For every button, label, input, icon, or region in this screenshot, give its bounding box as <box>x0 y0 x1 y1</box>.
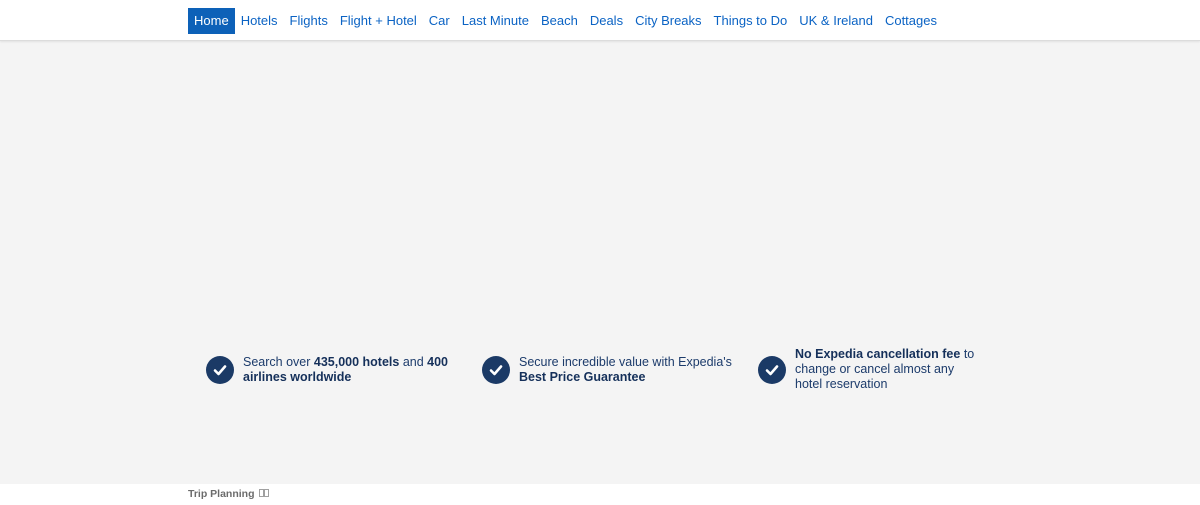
check-circle-icon <box>482 356 510 384</box>
feature-no-cancellation-fee: No Expedia cancellation fee to change or… <box>758 347 978 392</box>
nav-item-city-breaks[interactable]: City Breaks <box>629 8 707 34</box>
trip-planning-label: Trip Planning <box>188 488 255 500</box>
nav-item-car[interactable]: Car <box>423 8 456 34</box>
external-link-icon <box>258 489 269 499</box>
feature-text: Secure incredible value with Expedia's B… <box>519 355 732 384</box>
feature-text: Search over 435,000 hotels and 400 airli… <box>243 355 449 384</box>
nav-item-uk-ireland[interactable]: UK & Ireland <box>793 8 879 34</box>
trip-planning-link[interactable]: Trip Planning <box>188 488 269 500</box>
nav-item-last-minute[interactable]: Last Minute <box>456 8 535 34</box>
feature-text: No Expedia cancellation fee to change or… <box>795 347 975 391</box>
nav-item-flight-hotel[interactable]: Flight + Hotel <box>334 8 423 34</box>
nav-item-hotels[interactable]: Hotels <box>235 8 284 34</box>
nav-item-home[interactable]: Home <box>188 8 235 34</box>
nav-list: Home Hotels Flights Flight + Hotel Car L… <box>188 8 943 34</box>
nav-item-beach[interactable]: Beach <box>535 8 584 34</box>
hero-area: Search over 435,000 hotels and 400 airli… <box>0 41 1200 484</box>
feature-best-price: Secure incredible value with Expedia's B… <box>482 355 732 385</box>
nav-item-deals[interactable]: Deals <box>584 8 629 34</box>
top-navigation-bar: Home Hotels Flights Flight + Hotel Car L… <box>0 0 1200 41</box>
feature-hotels-airlines: Search over 435,000 hotels and 400 airli… <box>206 355 456 385</box>
check-circle-icon <box>206 356 234 384</box>
nav-item-flights[interactable]: Flights <box>284 8 334 34</box>
nav-item-cottages[interactable]: Cottages <box>879 8 943 34</box>
footer: Trip Planning <box>0 484 1200 505</box>
nav-item-things-to-do[interactable]: Things to Do <box>708 8 794 34</box>
check-circle-icon <box>758 355 786 384</box>
